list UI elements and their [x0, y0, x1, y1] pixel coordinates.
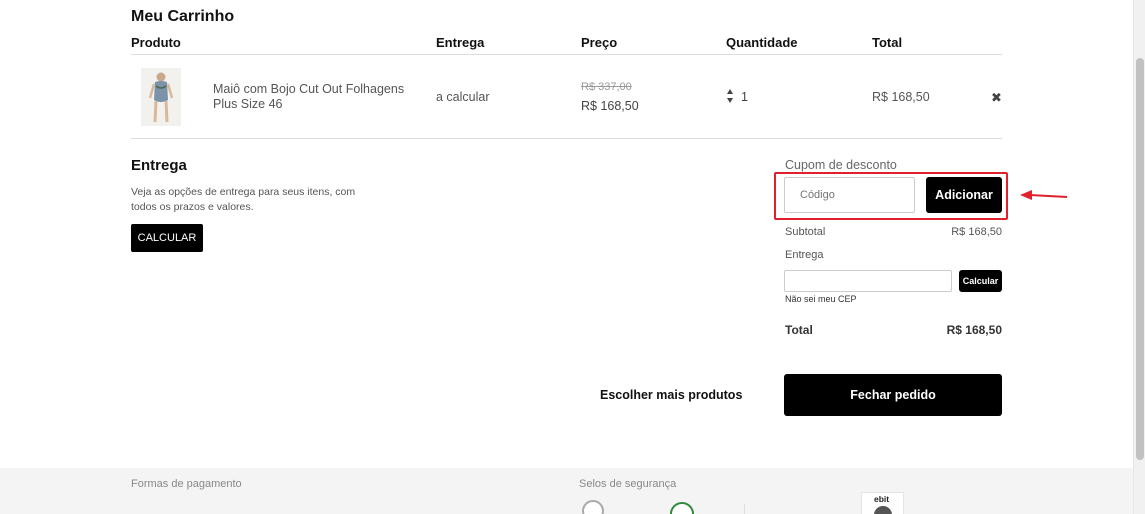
ebit-label: ebit [874, 494, 890, 504]
column-quantidade: Quantidade [726, 35, 798, 50]
quantity-up-icon[interactable] [727, 89, 733, 94]
product-name[interactable]: Maiô com Bojo Cut Out Folhagens Plus Siz… [213, 82, 413, 112]
cart-page: Meu Carrinho Produto Entrega Preço Quant… [0, 0, 1145, 514]
payment-methods-label: Formas de pagamento [131, 478, 242, 490]
column-preco: Preço [581, 35, 618, 50]
cep-input[interactable] [784, 270, 952, 292]
ebit-badge-icon [874, 506, 892, 514]
add-coupon-button[interactable]: Adicionar [926, 177, 1002, 213]
ebit-seal-icon: ebit [861, 492, 904, 514]
security-seals-label: Selos de segurança [579, 478, 677, 490]
cart-item-row: Maiô com Bojo Cut Out Folhagens Plus Siz… [131, 56, 1002, 139]
quantity-stepper [727, 89, 735, 107]
shipping-title: Entrega [131, 157, 187, 174]
continue-shopping-link[interactable]: Escolher mais produtos [600, 388, 742, 402]
coupon-input[interactable] [784, 177, 915, 213]
cart-table-header: Produto Entrega Preço Quantidade Total [131, 35, 1002, 55]
old-price: R$ 337,00 [581, 81, 632, 93]
calculate-cep-button[interactable]: Calcular [959, 270, 1002, 292]
annotation-arrow-icon [1020, 190, 1068, 200]
security-seal-icon [582, 500, 604, 514]
delivery-value: a calcular [436, 90, 490, 104]
vertical-scrollbar[interactable] [1133, 0, 1145, 514]
total-value: R$ 168,50 [946, 323, 1002, 337]
column-produto: Produto [131, 35, 181, 50]
shipping-description: Veja as opções de entrega para seus iten… [131, 186, 356, 213]
current-price: R$ 168,50 [581, 99, 639, 113]
divider [744, 504, 745, 514]
item-total: R$ 168,50 [872, 90, 930, 104]
subtotal-label: Subtotal [785, 226, 826, 238]
remove-item-icon[interactable]: ✖ [991, 90, 1002, 106]
unknown-cep-link[interactable]: Não sei meu CEP [785, 294, 857, 304]
cart-title: Meu Carrinho [131, 8, 235, 25]
subtotal-value: R$ 168,50 [951, 226, 1002, 238]
checkout-button[interactable]: Fechar pedido [784, 374, 1002, 416]
column-total: Total [872, 35, 903, 50]
delivery-label: Entrega [785, 249, 824, 261]
quantity-value[interactable]: 1 [741, 90, 748, 104]
coupon-label: Cupom de desconto [785, 158, 897, 172]
calculate-shipping-button[interactable]: CALCULAR [131, 224, 203, 252]
product-image[interactable] [141, 68, 181, 126]
quantity-down-icon[interactable] [727, 98, 733, 103]
footer: Formas de pagamento Selos de segurança e… [0, 468, 1133, 514]
total-label: Total [785, 323, 813, 337]
security-seal-green-icon [670, 502, 694, 514]
scrollbar-thumb[interactable] [1136, 58, 1144, 460]
column-entrega: Entrega [436, 35, 485, 50]
